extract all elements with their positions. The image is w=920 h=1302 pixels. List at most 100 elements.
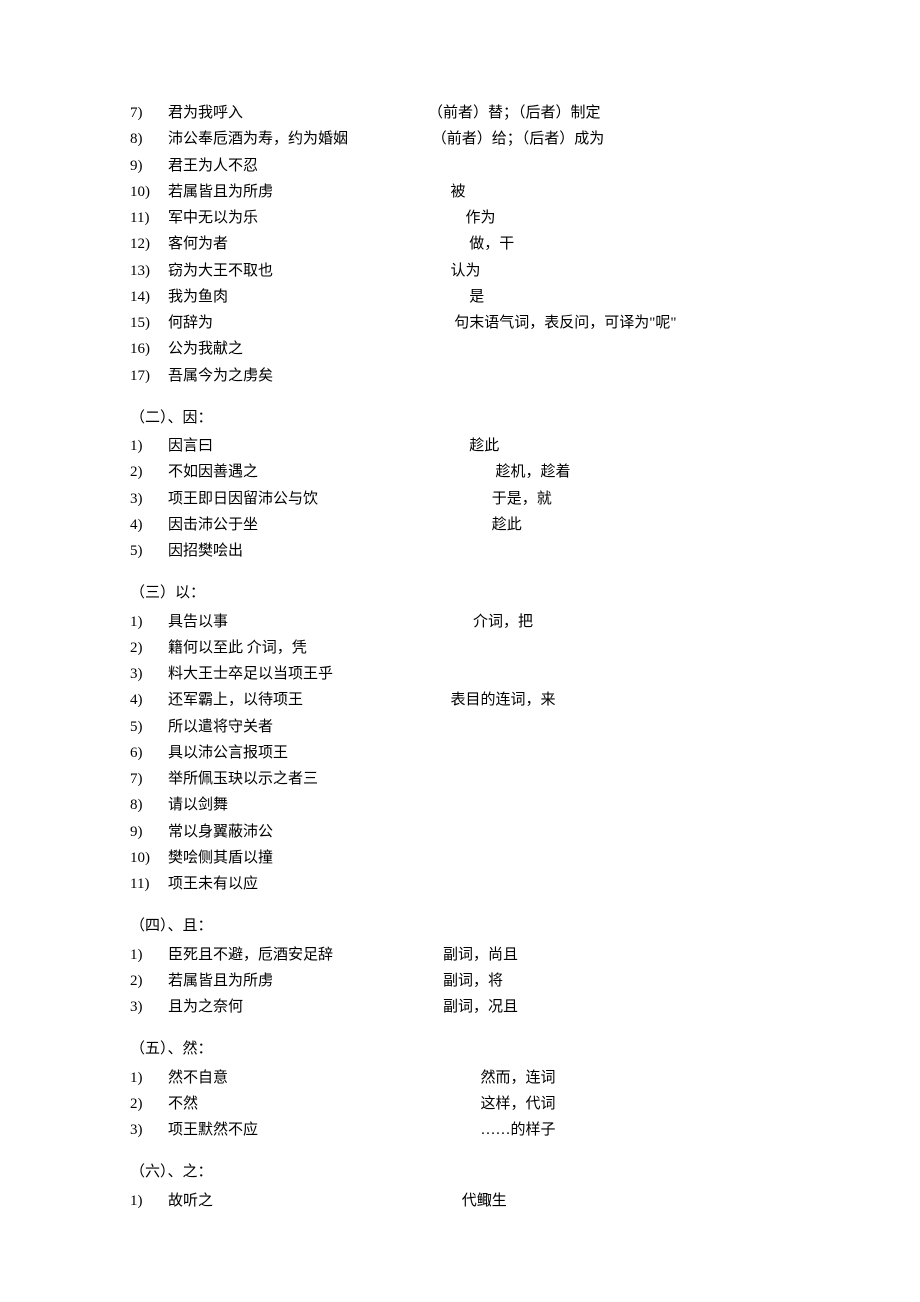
list-item: 3)且为之奈何 副词，况且 [130,994,790,1020]
item-number: 1) [130,942,168,968]
list-item: 9)君王为人不忍 [130,153,790,179]
item-number: 3) [130,486,168,512]
list-item: 2)不如因善遇之 趁机，趁着 [130,459,790,485]
list-item: 4)因击沛公于坐 趁此 [130,512,790,538]
item-sentence: 不然 [168,1091,428,1117]
list-item: 1)具告以事 介词，把 [130,609,790,635]
item-number: 10) [130,845,168,871]
item-number: 4) [130,512,168,538]
item-number: 17) [130,363,168,389]
item-gloss: 趁此 [428,512,790,538]
list-item: 17)吾属今为之虏矣 [130,363,790,389]
list-item: 11)军中无以为乐 作为 [130,205,790,231]
item-sentence: 君王为人不忍 [168,153,428,179]
item-gloss: 副词，尚且 [428,942,790,968]
item-number: 13) [130,258,168,284]
list-item: 7)君为我呼入（前者）替；（后者）制定 [130,100,790,126]
section-heading: （五）、然： [130,1036,790,1062]
item-number: 15) [130,310,168,336]
item-sentence: 何辞为 [168,310,428,336]
list-item: 12)客何为者 做，干 [130,231,790,257]
item-gloss: 作为 [428,205,790,231]
item-number: 4) [130,687,168,713]
item-sentence: 若属皆且为所虏 [168,179,428,205]
item-sentence: 还军霸上，以待项王 [168,687,428,713]
item-gloss: ……的样子 [428,1117,790,1143]
item-number: 9) [130,819,168,845]
list-item: 2)若属皆且为所虏 副词，将 [130,968,790,994]
item-number: 7) [130,766,168,792]
item-sentence: 不如因善遇之 [168,459,428,485]
item-gloss: 句末语气词，表反问，可译为"呢" [428,310,790,336]
document-page: 7)君为我呼入（前者）替；（后者）制定8)沛公奉卮酒为寿，约为婚姻 （前者）给；… [0,0,920,1302]
item-sentence: 窃为大王不取也 [168,258,428,284]
item-gloss: 是 [428,284,790,310]
list-item: 1)然不自意 然而，连词 [130,1065,790,1091]
item-sentence: 若属皆且为所虏 [168,968,428,994]
item-sentence: 公为我献之 [168,336,428,362]
item-sentence: 因言曰 [168,433,428,459]
item-sentence: 项王未有以应 [168,871,428,897]
item-gloss: 于是，就 [428,486,790,512]
item-number: 3) [130,994,168,1020]
item-number: 8) [130,792,168,818]
item-number: 9) [130,153,168,179]
list-item: 6)具以沛公言报项王 [130,740,790,766]
item-gloss: 这样，代词 [428,1091,790,1117]
item-sentence: 军中无以为乐 [168,205,428,231]
item-sentence: 常以身翼蔽沛公 [168,819,428,845]
section-heading: （四）、且： [130,913,790,939]
item-number: 16) [130,336,168,362]
item-number: 6) [130,740,168,766]
item-number: 3) [130,1117,168,1143]
item-sentence: 吾属今为之虏矣 [168,363,428,389]
item-number: 2) [130,459,168,485]
item-sentence: 具告以事 [168,609,428,635]
item-number: 2) [130,1091,168,1117]
section-heading: （三）以： [130,580,790,606]
item-sentence: 客何为者 [168,231,428,257]
list-item: 13)窃为大王不取也 认为 [130,258,790,284]
item-sentence: 料大王士卒足以当项王乎 [168,661,428,687]
item-sentence: 项王默然不应 [168,1117,428,1143]
list-item: 3)项王默然不应 ……的样子 [130,1117,790,1143]
item-number: 5) [130,714,168,740]
item-sentence: 我为鱼肉 [168,284,428,310]
item-number: 2) [130,635,168,661]
item-sentence: 所以遣将守关者 [168,714,428,740]
list-item: 14)我为鱼肉 是 [130,284,790,310]
item-number: 1) [130,1065,168,1091]
item-number: 8) [130,126,168,152]
item-sentence: 籍何以至此 介词，凭 [168,635,428,661]
section-heading: （六）、之： [130,1159,790,1185]
list-item: 1)因言曰 趁此 [130,433,790,459]
item-number: 11) [130,205,168,231]
item-gloss: 趁机，趁着 [428,459,790,485]
list-item: 15)何辞为 句末语气词，表反问，可译为"呢" [130,310,790,336]
item-sentence: 沛公奉卮酒为寿，约为婚姻 [168,126,428,152]
item-gloss: 做，干 [428,231,790,257]
item-number: 12) [130,231,168,257]
list-item: 3)料大王士卒足以当项王乎 [130,661,790,687]
item-sentence: 臣死且不避，卮酒安足辞 [168,942,428,968]
item-gloss: 副词，况且 [428,994,790,1020]
item-number: 7) [130,100,168,126]
list-item: 9)常以身翼蔽沛公 [130,819,790,845]
list-item: 5)因招樊哙出 [130,538,790,564]
item-gloss: 表目的连词，来 [428,687,790,713]
list-item: 11)项王未有以应 [130,871,790,897]
item-number: 14) [130,284,168,310]
item-gloss: 然而，连词 [428,1065,790,1091]
list-item: 4)还军霸上，以待项王 表目的连词，来 [130,687,790,713]
list-item: 2)籍何以至此 介词，凭 [130,635,790,661]
list-item: 1)故听之 代鲰生 [130,1188,790,1214]
item-number: 1) [130,1188,168,1214]
item-gloss: 认为 [428,258,790,284]
list-item: 16)公为我献之 [130,336,790,362]
list-item: 1)臣死且不避，卮酒安足辞 副词，尚且 [130,942,790,968]
item-gloss: 被 [428,179,790,205]
list-item: 7)举所佩玉玦以示之者三 [130,766,790,792]
item-number: 5) [130,538,168,564]
item-sentence: 樊哙侧其盾以撞 [168,845,428,871]
item-sentence: 请以剑舞 [168,792,428,818]
